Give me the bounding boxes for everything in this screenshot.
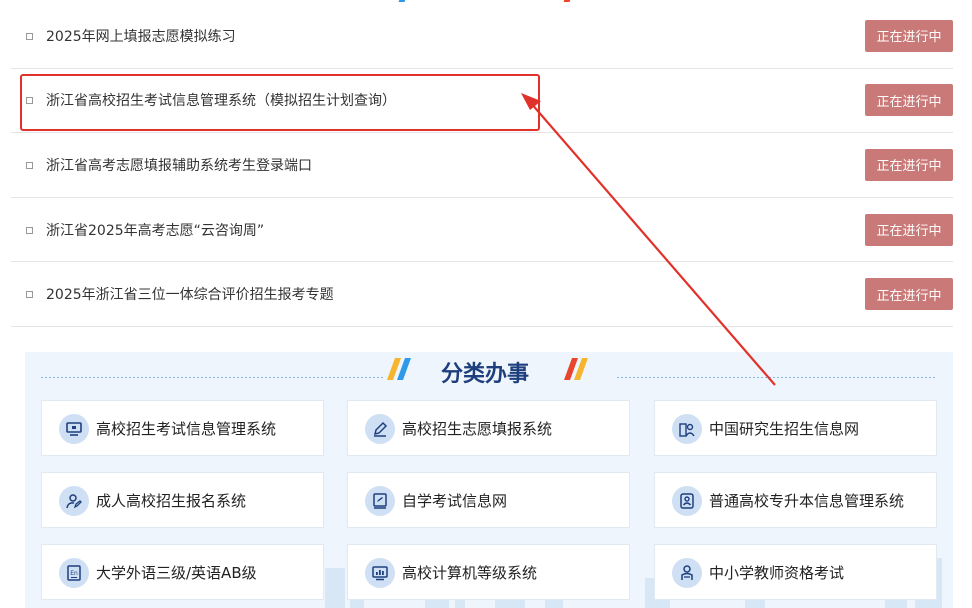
user-edit-icon xyxy=(59,486,89,516)
document-edit-icon xyxy=(365,486,395,516)
notice-row[interactable]: 浙江省高校招生考试信息管理系统（模拟招生计划查询） 正在进行中 xyxy=(11,69,953,134)
notice-title[interactable]: 2025年浙江省三位一体综合评价招生报考专题 xyxy=(46,284,334,304)
notice-title[interactable]: 浙江省2025年高考志愿“云咨询周” xyxy=(46,220,264,240)
notice-title[interactable]: 2025年网上填报志愿模拟练习 xyxy=(46,26,236,46)
dotted-divider xyxy=(617,377,937,378)
svg-text:En: En xyxy=(70,570,78,577)
category-item-volunteer-system[interactable]: 高校招生志愿填报系统 xyxy=(347,400,630,456)
category-item-label: 成人高校招生报名系统 xyxy=(96,491,247,510)
dotted-divider xyxy=(41,377,385,378)
category-item-upgrade-system[interactable]: 普通高校专升本信息管理系统 xyxy=(654,472,937,528)
category-item-label: 高校计算机等级系统 xyxy=(402,563,538,582)
category-header: 分类办事 xyxy=(25,352,953,392)
category-item-teacher-qualification[interactable]: 中小学教师资格考试 xyxy=(654,544,937,600)
category-item-adult-admission[interactable]: 成人高校招生报名系统 xyxy=(41,472,324,528)
category-title: 分类办事 xyxy=(441,361,530,387)
notice-row[interactable]: 浙江省高考志愿填报辅助系统考生登录端口 正在进行中 xyxy=(11,133,953,198)
status-badge[interactable]: 正在进行中 xyxy=(865,278,953,311)
notice-title[interactable]: 浙江省高考志愿填报辅助系统考生登录端口 xyxy=(46,155,312,175)
square-bullet-icon xyxy=(26,161,33,169)
square-bullet-icon xyxy=(26,291,33,299)
square-bullet-icon xyxy=(26,226,33,234)
category-item-label: 自学考试信息网 xyxy=(402,491,508,510)
blue-slash-decoration xyxy=(398,0,408,2)
category-item-label: 大学外语三级/英语AB级 xyxy=(96,563,257,582)
category-section: 分类办事 高校招生考试信息管理系统 高校招生志愿填报系统 中国研究生招生信息网 xyxy=(25,352,953,608)
category-item-computer-exam[interactable]: 高校计算机等级系统 xyxy=(347,544,630,600)
square-bullet-icon xyxy=(26,32,33,40)
status-badge[interactable]: 正在进行中 xyxy=(865,84,953,117)
category-item-label: 中国研究生招生信息网 xyxy=(709,419,860,438)
monitor-icon xyxy=(59,414,89,444)
english-book-icon: En xyxy=(59,558,89,588)
category-item-foreign-language[interactable]: En 大学外语三级/英语AB级 xyxy=(41,544,324,600)
category-item-graduate-admission[interactable]: 中国研究生招生信息网 xyxy=(654,400,937,456)
category-item-self-study-exam[interactable]: 自学考试信息网 xyxy=(347,472,630,528)
pencil-icon xyxy=(365,414,395,444)
category-item-admissions-system[interactable]: 高校招生考试信息管理系统 xyxy=(41,400,324,456)
notice-row[interactable]: 浙江省2025年高考志愿“云咨询周” 正在进行中 xyxy=(11,198,953,263)
id-card-icon xyxy=(672,486,702,516)
graduate-icon xyxy=(672,414,702,444)
computer-chart-icon xyxy=(365,558,395,588)
red-slash-decoration xyxy=(563,0,573,2)
category-item-label: 中小学教师资格考试 xyxy=(709,563,845,582)
status-badge[interactable]: 正在进行中 xyxy=(865,19,953,52)
status-badge[interactable]: 正在进行中 xyxy=(865,213,953,246)
notice-row[interactable]: 2025年网上填报志愿模拟练习 正在进行中 xyxy=(11,4,953,69)
notice-title[interactable]: 浙江省高校招生考试信息管理系统（模拟招生计划查询） xyxy=(46,90,396,110)
square-bullet-icon xyxy=(26,97,33,105)
notice-list: 2025年网上填报志愿模拟练习 正在进行中 浙江省高校招生考试信息管理系统（模拟… xyxy=(11,4,953,327)
category-item-label: 高校招生考试信息管理系统 xyxy=(96,419,277,438)
status-badge[interactable]: 正在进行中 xyxy=(865,148,953,181)
notice-row[interactable]: 2025年浙江省三位一体综合评价招生报考专题 正在进行中 xyxy=(11,262,953,327)
category-item-label: 高校招生志愿填报系统 xyxy=(402,419,553,438)
top-decoration xyxy=(0,0,972,2)
category-item-label: 普通高校专升本信息管理系统 xyxy=(709,491,905,510)
teacher-icon xyxy=(672,558,702,588)
